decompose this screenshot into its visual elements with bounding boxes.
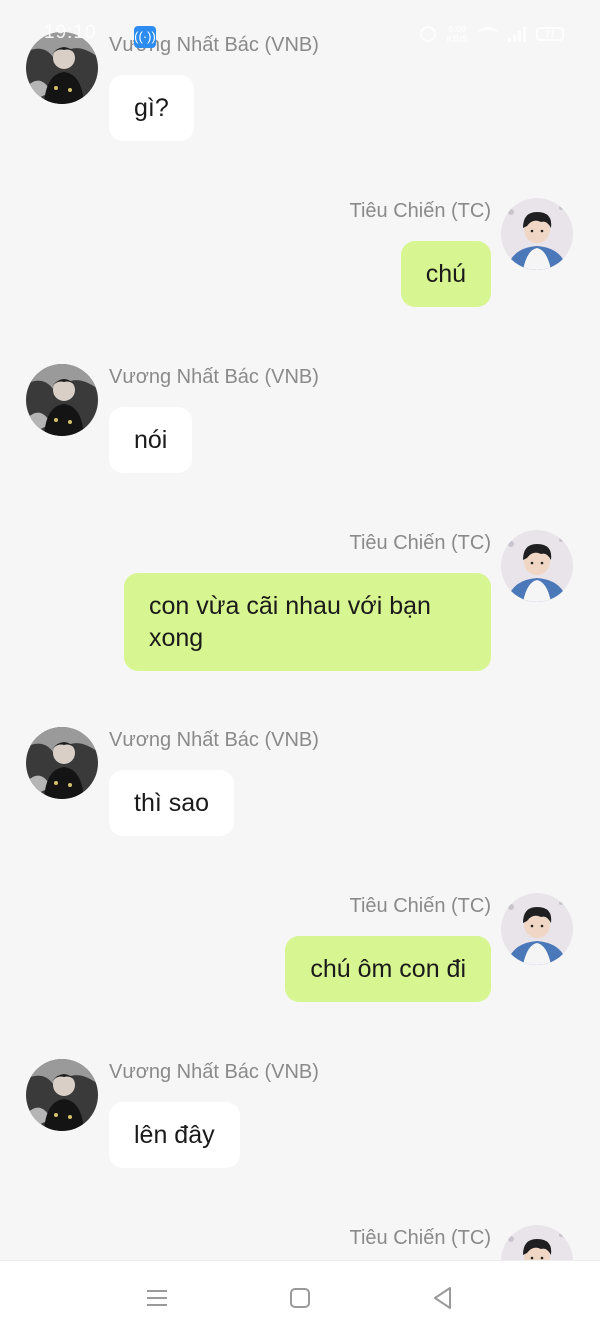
avatar-vnb-image [26, 364, 98, 436]
avatar[interactable] [26, 1059, 98, 1131]
avatar[interactable] [501, 893, 573, 965]
avatar-vnb-image [26, 727, 98, 799]
avatar-tc-image [501, 198, 573, 270]
sender-name: Vương Nhất Bác (VNB) [109, 34, 319, 56]
message-bubble[interactable]: thì sao [109, 770, 235, 836]
status-icons: 0.00 KB/S 77 [420, 24, 564, 44]
signal-icon [508, 26, 526, 42]
sender-name: Vương Nhất Bác (VNB) [109, 729, 319, 751]
sender-name: Tiêu Chiến (TC) [349, 1227, 491, 1249]
sender-name: Vương Nhất Bác (VNB) [109, 366, 319, 388]
network-speed: 0.00 KB/S [446, 24, 468, 44]
navigation-bar [0, 1260, 600, 1333]
message-bubble[interactable]: chú [400, 241, 491, 307]
chat-screen: 19:10 ((·)) 0.00 KB/S 77 Vương Nhất Bác … [0, 0, 600, 1333]
wifi-icon [478, 27, 498, 41]
avatar-vnb-image [26, 32, 98, 104]
message-bubble[interactable]: nói [109, 407, 193, 473]
home-icon[interactable] [287, 1285, 313, 1311]
sender-name: Tiêu Chiến (TC) [349, 895, 491, 917]
avatar[interactable] [501, 198, 573, 270]
avatar-vnb-image [26, 1059, 98, 1131]
battery-icon: 77 [536, 27, 564, 41]
alarm-icon [420, 26, 437, 42]
avatar[interactable] [26, 727, 98, 799]
message-bubble[interactable]: chú ôm con đi [285, 936, 491, 1002]
avatar-tc-image [501, 893, 573, 965]
message-bubble[interactable]: lên đây [109, 1102, 240, 1168]
avatar[interactable] [26, 32, 98, 104]
sender-name: Tiêu Chiến (TC) [349, 200, 491, 222]
menu-icon[interactable] [144, 1285, 170, 1311]
avatar-tc-image [501, 530, 573, 602]
avatar[interactable] [26, 364, 98, 436]
message-bubble[interactable]: con vừa cãi nhau với bạn xong [124, 573, 491, 671]
avatar[interactable] [501, 530, 573, 602]
sender-name: Vương Nhất Bác (VNB) [109, 1061, 319, 1083]
back-icon[interactable] [430, 1285, 456, 1311]
message-bubble[interactable]: gì? [109, 75, 194, 141]
sender-name: Tiêu Chiến (TC) [349, 532, 491, 554]
